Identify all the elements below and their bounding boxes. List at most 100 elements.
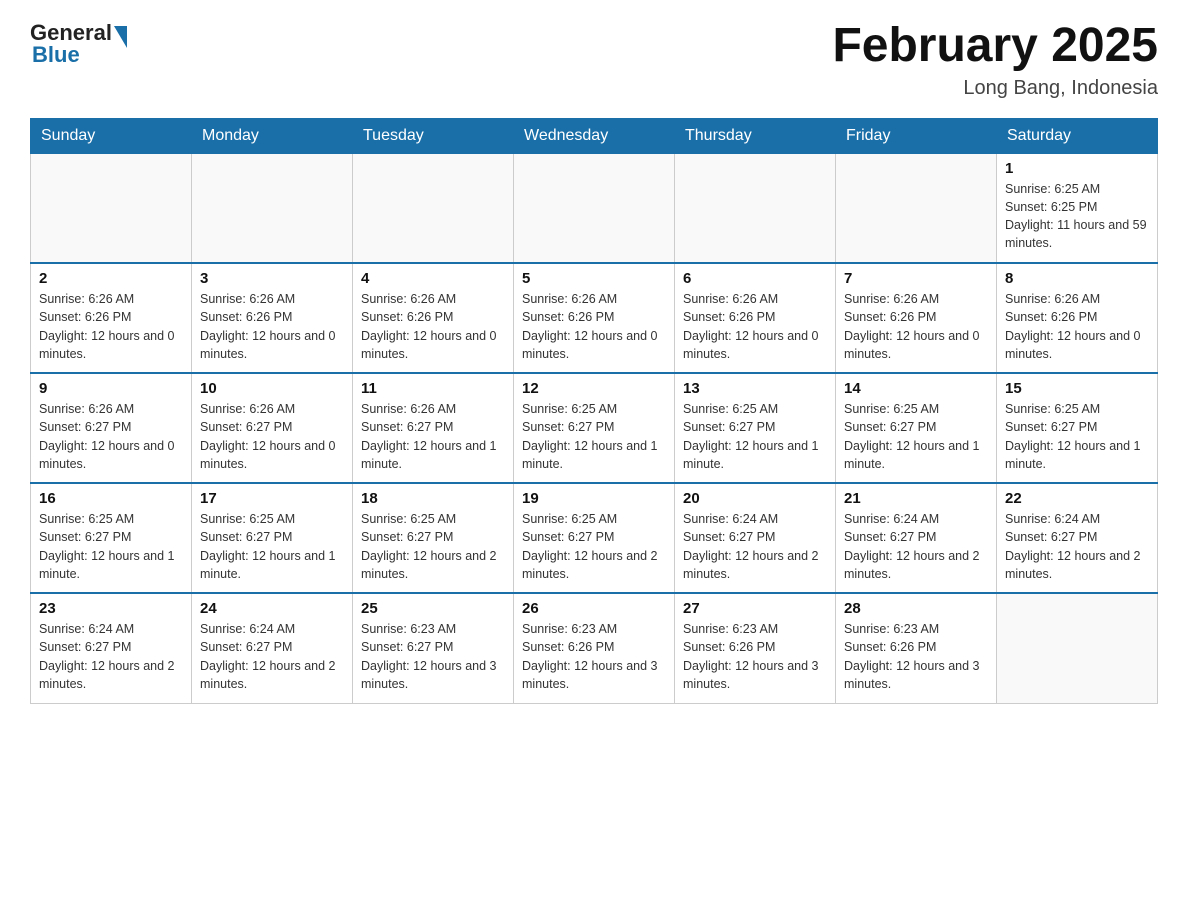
day-info: Sunrise: 6:25 AMSunset: 6:27 PMDaylight:… (200, 510, 344, 583)
day-number: 2 (39, 270, 183, 287)
day-number: 14 (844, 380, 988, 397)
calendar-day-cell: 21 Sunrise: 6:24 AMSunset: 6:27 PMDayligh… (836, 483, 997, 593)
calendar-week-row: 16 Sunrise: 6:25 AMSunset: 6:27 PMDayligh… (31, 483, 1158, 593)
day-info: Sunrise: 6:23 AMSunset: 6:27 PMDaylight:… (361, 620, 505, 693)
day-info: Sunrise: 6:24 AMSunset: 6:27 PMDaylight:… (1005, 510, 1149, 583)
calendar-day-cell (192, 153, 353, 263)
day-number: 24 (200, 600, 344, 617)
day-number: 18 (361, 490, 505, 507)
day-number: 28 (844, 600, 988, 617)
calendar-day-cell (997, 593, 1158, 703)
calendar-day-cell: 4 Sunrise: 6:26 AMSunset: 6:26 PMDaylight… (353, 263, 514, 373)
day-info: Sunrise: 6:24 AMSunset: 6:27 PMDaylight:… (683, 510, 827, 583)
day-info: Sunrise: 6:26 AMSunset: 6:26 PMDaylight:… (683, 290, 827, 363)
month-title: February 2025 (832, 20, 1158, 73)
calendar-day-cell: 3 Sunrise: 6:26 AMSunset: 6:26 PMDaylight… (192, 263, 353, 373)
day-number: 22 (1005, 490, 1149, 507)
day-info: Sunrise: 6:26 AMSunset: 6:26 PMDaylight:… (522, 290, 666, 363)
page-header: General Blue February 2025 Long Bang, In… (30, 20, 1158, 100)
day-number: 23 (39, 600, 183, 617)
day-number: 26 (522, 600, 666, 617)
calendar-day-cell: 5 Sunrise: 6:26 AMSunset: 6:26 PMDaylight… (514, 263, 675, 373)
day-info: Sunrise: 6:24 AMSunset: 6:27 PMDaylight:… (39, 620, 183, 693)
day-info: Sunrise: 6:24 AMSunset: 6:27 PMDaylight:… (844, 510, 988, 583)
day-info: Sunrise: 6:26 AMSunset: 6:27 PMDaylight:… (200, 400, 344, 473)
weekday-tuesday: Tuesday (353, 118, 514, 153)
calendar-day-cell: 25 Sunrise: 6:23 AMSunset: 6:27 PMDayligh… (353, 593, 514, 703)
logo-blue-text: Blue (32, 44, 80, 66)
calendar-day-cell: 8 Sunrise: 6:26 AMSunset: 6:26 PMDaylight… (997, 263, 1158, 373)
day-info: Sunrise: 6:26 AMSunset: 6:26 PMDaylight:… (1005, 290, 1149, 363)
calendar-day-cell (353, 153, 514, 263)
calendar-day-cell (514, 153, 675, 263)
calendar-day-cell: 9 Sunrise: 6:26 AMSunset: 6:27 PMDaylight… (31, 373, 192, 483)
day-info: Sunrise: 6:23 AMSunset: 6:26 PMDaylight:… (844, 620, 988, 693)
day-info: Sunrise: 6:25 AMSunset: 6:27 PMDaylight:… (522, 510, 666, 583)
weekday-friday: Friday (836, 118, 997, 153)
day-info: Sunrise: 6:25 AMSunset: 6:27 PMDaylight:… (361, 510, 505, 583)
day-number: 7 (844, 270, 988, 287)
location-label: Long Bang, Indonesia (832, 77, 1158, 100)
weekday-thursday: Thursday (675, 118, 836, 153)
title-block: February 2025 Long Bang, Indonesia (832, 20, 1158, 100)
day-number: 13 (683, 380, 827, 397)
day-info: Sunrise: 6:26 AMSunset: 6:27 PMDaylight:… (39, 400, 183, 473)
calendar-day-cell: 14 Sunrise: 6:25 AMSunset: 6:27 PMDayligh… (836, 373, 997, 483)
day-number: 3 (200, 270, 344, 287)
day-info: Sunrise: 6:24 AMSunset: 6:27 PMDaylight:… (200, 620, 344, 693)
calendar-day-cell: 19 Sunrise: 6:25 AMSunset: 6:27 PMDayligh… (514, 483, 675, 593)
day-info: Sunrise: 6:26 AMSunset: 6:26 PMDaylight:… (844, 290, 988, 363)
calendar-day-cell: 1Sunrise: 6:25 AMSunset: 6:25 PMDaylight… (997, 153, 1158, 263)
calendar-day-cell: 20Sunrise: 6:24 AMSunset: 6:27 PMDayligh… (675, 483, 836, 593)
calendar-day-cell: 17 Sunrise: 6:25 AMSunset: 6:27 PMDayligh… (192, 483, 353, 593)
day-info: Sunrise: 6:25 AMSunset: 6:27 PMDaylight:… (844, 400, 988, 473)
day-number: 27 (683, 600, 827, 617)
day-number: 11 (361, 380, 505, 397)
day-number: 19 (522, 490, 666, 507)
calendar-day-cell: 12 Sunrise: 6:25 AMSunset: 6:27 PMDayligh… (514, 373, 675, 483)
weekday-monday: Monday (192, 118, 353, 153)
day-number: 21 (844, 490, 988, 507)
day-info: Sunrise: 6:26 AMSunset: 6:26 PMDaylight:… (200, 290, 344, 363)
day-number: 12 (522, 380, 666, 397)
calendar-week-row: 2 Sunrise: 6:26 AMSunset: 6:26 PMDaylight… (31, 263, 1158, 373)
weekday-saturday: Saturday (997, 118, 1158, 153)
day-info: Sunrise: 6:25 AMSunset: 6:27 PMDaylight:… (39, 510, 183, 583)
day-number: 25 (361, 600, 505, 617)
weekday-wednesday: Wednesday (514, 118, 675, 153)
calendar-day-cell: 27 Sunrise: 6:23 AMSunset: 6:26 PMDayligh… (675, 593, 836, 703)
calendar-day-cell: 6Sunrise: 6:26 AMSunset: 6:26 PMDaylight… (675, 263, 836, 373)
day-info: Sunrise: 6:26 AMSunset: 6:26 PMDaylight:… (361, 290, 505, 363)
day-number: 5 (522, 270, 666, 287)
day-info: Sunrise: 6:26 AMSunset: 6:27 PMDaylight:… (361, 400, 505, 473)
day-number: 16 (39, 490, 183, 507)
calendar-day-cell: 10Sunrise: 6:26 AMSunset: 6:27 PMDayligh… (192, 373, 353, 483)
day-info: Sunrise: 6:23 AMSunset: 6:26 PMDaylight:… (522, 620, 666, 693)
day-info: Sunrise: 6:26 AMSunset: 6:26 PMDaylight:… (39, 290, 183, 363)
calendar-day-cell: 26 Sunrise: 6:23 AMSunset: 6:26 PMDayligh… (514, 593, 675, 703)
calendar-day-cell (31, 153, 192, 263)
weekday-header-row: SundayMondayTuesdayWednesdayThursdayFrid… (31, 118, 1158, 153)
calendar-day-cell: 13 Sunrise: 6:25 AMSunset: 6:27 PMDayligh… (675, 373, 836, 483)
calendar-day-cell: 23 Sunrise: 6:24 AMSunset: 6:27 PMDayligh… (31, 593, 192, 703)
day-info: Sunrise: 6:25 AMSunset: 6:27 PMDaylight:… (683, 400, 827, 473)
day-number: 1 (1005, 160, 1149, 177)
calendar-day-cell: 18 Sunrise: 6:25 AMSunset: 6:27 PMDayligh… (353, 483, 514, 593)
weekday-sunday: Sunday (31, 118, 192, 153)
day-number: 15 (1005, 380, 1149, 397)
logo-triangle-icon (114, 26, 127, 48)
calendar-day-cell: 2 Sunrise: 6:26 AMSunset: 6:26 PMDaylight… (31, 263, 192, 373)
calendar-day-cell: 11 Sunrise: 6:26 AMSunset: 6:27 PMDayligh… (353, 373, 514, 483)
day-number: 9 (39, 380, 183, 397)
day-number: 17 (200, 490, 344, 507)
calendar-day-cell: 22 Sunrise: 6:24 AMSunset: 6:27 PMDayligh… (997, 483, 1158, 593)
day-number: 8 (1005, 270, 1149, 287)
day-info: Sunrise: 6:23 AMSunset: 6:26 PMDaylight:… (683, 620, 827, 693)
day-info: Sunrise: 6:25 AMSunset: 6:27 PMDaylight:… (1005, 400, 1149, 473)
calendar-day-cell: 24 Sunrise: 6:24 AMSunset: 6:27 PMDayligh… (192, 593, 353, 703)
calendar-day-cell: 16 Sunrise: 6:25 AMSunset: 6:27 PMDayligh… (31, 483, 192, 593)
day-number: 4 (361, 270, 505, 287)
day-info: Sunrise: 6:25 AMSunset: 6:27 PMDaylight:… (522, 400, 666, 473)
calendar-day-cell (675, 153, 836, 263)
calendar-day-cell: 28 Sunrise: 6:23 AMSunset: 6:26 PMDayligh… (836, 593, 997, 703)
